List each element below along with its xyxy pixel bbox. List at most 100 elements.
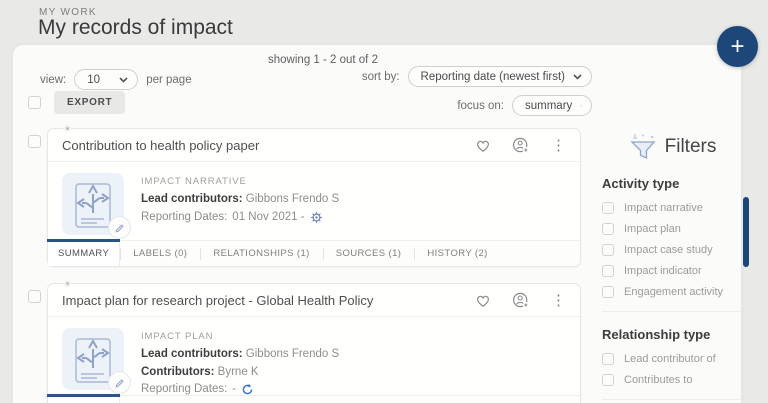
card-body: IMPACT PLAN Lead contributors: Gibbons F… — [48, 317, 580, 403]
tab-labels[interactable]: LABELS (0) — [120, 241, 200, 266]
filter-option-label: Impact indicator — [624, 265, 702, 277]
edit-pencil-icon[interactable] — [108, 371, 131, 394]
field-value: 01 Nov 2021 - — [232, 209, 304, 226]
view-label: view: — [40, 74, 66, 86]
tab-history[interactable]: HISTORY (2) — [414, 241, 500, 266]
favorite-heart-icon[interactable] — [475, 293, 491, 308]
kebab-menu-icon[interactable]: ⋮ — [551, 291, 566, 309]
plus-icon: + — [730, 35, 744, 59]
chevron-down-icon — [119, 77, 128, 83]
record-checkbox[interactable] — [28, 290, 41, 303]
contributors-field: Contributors: Byrne K — [141, 364, 339, 381]
filter-option-label: Contributes to — [624, 374, 692, 386]
field-value: Gibbons Frendo S — [246, 348, 339, 360]
filter-option: Contributes to — [602, 374, 741, 386]
field-label: Reporting Dates: — [141, 209, 227, 226]
reporting-dates-field: Reporting Dates: 01 Nov 2021 - — [141, 209, 339, 226]
page-title: My records of impact — [38, 16, 233, 40]
activity-filter-checkbox[interactable] — [602, 286, 614, 298]
tab-summary[interactable]: SUMMARY — [48, 396, 120, 403]
edit-pencil-icon[interactable] — [108, 216, 131, 239]
per-page-value: 10 — [87, 74, 100, 86]
focus-value: summary — [525, 100, 572, 112]
relationship-type-heading: Relationship type — [602, 327, 741, 342]
focus-label: focus on: — [457, 100, 504, 112]
relationship-filter-checkbox[interactable] — [602, 353, 614, 365]
tab-relationships[interactable]: RELATIONSHIPS (1) — [200, 241, 322, 266]
filter-option: Impact plan — [602, 223, 741, 235]
chevron-down-icon — [573, 74, 582, 80]
field-label: Lead contributors: — [141, 193, 243, 205]
filters-title: Filters — [665, 136, 717, 158]
export-button[interactable]: EXPORT — [54, 91, 125, 114]
divider — [602, 311, 741, 312]
record-title[interactable]: Impact plan for research project - Globa… — [62, 293, 475, 308]
filter-option-label: Impact case study — [624, 244, 713, 256]
impact-thumbnail — [62, 328, 124, 390]
tab-sources[interactable]: SOURCES (1) — [323, 241, 415, 266]
card-header: Contribution to health policy paper ⋮ — [48, 129, 580, 162]
field-label: Contributors: — [141, 366, 214, 378]
refresh-icon[interactable] — [241, 383, 254, 396]
filter-option: Impact indicator — [602, 265, 741, 277]
per-page-select[interactable]: 10 — [74, 69, 138, 90]
filter-option: Impact narrative — [602, 202, 741, 214]
per-page-label: per page — [146, 74, 191, 86]
field-value: Byrne K — [218, 366, 259, 378]
drag-handle-dot — [64, 280, 71, 287]
scrollbar-thumb[interactable] — [743, 197, 749, 267]
record-card: Contribution to health policy paper ⋮ — [47, 128, 581, 267]
chevron-down-icon — [580, 103, 582, 109]
sort-label: sort by: — [362, 71, 400, 83]
sort-value: Reporting date (newest first) — [421, 71, 565, 83]
content-panel: showing 1 - 2 out of 2 view: 10 per page… — [13, 45, 741, 403]
focus-select[interactable]: summary — [512, 95, 592, 116]
kebab-menu-icon[interactable]: ⋮ — [551, 136, 566, 154]
filters-header: Filters — [602, 133, 741, 160]
add-contributor-icon[interactable] — [512, 137, 530, 154]
record-card: Impact plan for research project - Globa… — [47, 283, 581, 403]
add-contributor-icon[interactable] — [512, 292, 530, 309]
filter-option: Lead contributor of — [602, 353, 741, 365]
activity-filter-checkbox[interactable] — [602, 244, 614, 256]
focus-controls: focus on: summary — [457, 95, 592, 116]
activity-filter-checkbox[interactable] — [602, 202, 614, 214]
lead-contributors-field: Lead contributors: Gibbons Frendo S — [141, 346, 339, 363]
activity-type-heading: Activity type — [602, 176, 741, 191]
field-value: Gibbons Frendo S — [246, 193, 339, 205]
sort-select[interactable]: Reporting date (newest first) — [408, 66, 592, 87]
record-type-label: IMPACT NARRATIVE — [141, 175, 339, 189]
filter-option: Impact case study — [602, 244, 741, 256]
divider — [602, 399, 741, 400]
filters-panel: Filters Activity type Impact narrative I… — [602, 133, 741, 403]
view-controls: view: 10 per page — [40, 69, 192, 90]
filter-funnel-icon — [629, 133, 658, 160]
result-count: showing 1 - 2 out of 2 — [43, 54, 603, 66]
tab-summary[interactable]: SUMMARY — [48, 241, 120, 266]
record-title[interactable]: Contribution to health policy paper — [62, 138, 475, 153]
record-type-label: IMPACT PLAN — [141, 330, 339, 344]
activity-filter-checkbox[interactable] — [602, 223, 614, 235]
impact-thumbnail — [62, 173, 124, 235]
drag-handle-dot — [64, 125, 71, 132]
record-checkbox[interactable] — [28, 135, 41, 148]
filter-option-label: Impact narrative — [624, 202, 703, 214]
favorite-heart-icon[interactable] — [475, 138, 491, 153]
card-tab-bar: SUMMARY LABELS (0) RELATIONSHIPS (1) SOU… — [48, 240, 580, 266]
relationship-filter-checkbox[interactable] — [602, 374, 614, 386]
card-tab-bar: SUMMARY — [48, 395, 580, 403]
select-all-checkbox[interactable] — [28, 96, 41, 109]
sort-controls: sort by: Reporting date (newest first) — [362, 66, 592, 87]
activity-filter-checkbox[interactable] — [602, 265, 614, 277]
gear-icon[interactable] — [310, 211, 323, 224]
export-controls: EXPORT — [28, 91, 125, 114]
filter-option-label: Impact plan — [624, 223, 681, 235]
filter-option-label: Engagement activity — [624, 286, 723, 298]
add-record-button[interactable]: + — [717, 26, 758, 67]
filter-option: Engagement activity — [602, 286, 741, 298]
field-label: Lead contributors: — [141, 348, 243, 360]
filter-option-label: Lead contributor of — [624, 353, 716, 365]
lead-contributors-field: Lead contributors: Gibbons Frendo S — [141, 191, 339, 208]
card-body: IMPACT NARRATIVE Lead contributors: Gibb… — [48, 162, 580, 243]
card-header: Impact plan for research project - Globa… — [48, 284, 580, 317]
